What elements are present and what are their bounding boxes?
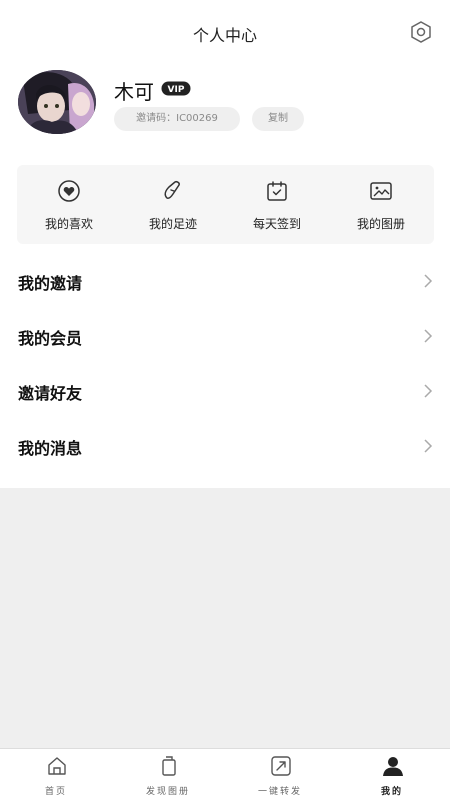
page-title: 个人中心: [192, 26, 257, 45]
copy-button[interactable]: 复制: [252, 107, 304, 131]
album-icon: [369, 179, 393, 203]
quick-action-label: 我的喜欢: [44, 217, 93, 231]
quick-actions: 我的喜欢 我的足迹 每天签到 我的图册: [17, 165, 434, 244]
tab-discover-albums[interactable]: 发现图册: [112, 749, 224, 801]
user-icon: [382, 755, 404, 777]
quick-action-label: 我的图册: [356, 217, 405, 231]
invite-code-chip: 邀请码：IC00269: [114, 107, 240, 131]
user-name: 木可: [114, 80, 154, 104]
bottom-tab-bar: 首页 发现图册 一键转发 我的: [0, 748, 450, 801]
chevron-right-icon: [422, 383, 434, 399]
tab-label: 首页: [44, 787, 67, 797]
vip-label: VIP: [168, 85, 185, 95]
tab-share[interactable]: 一键转发: [224, 749, 336, 801]
tab-label: 我的: [380, 787, 403, 797]
profile-panel: 个人中心 木可 VIP 邀请码：IC00269 复制 我的喜欢 我的足迹 每天签…: [0, 0, 450, 488]
quick-action-likes[interactable]: 我的喜欢: [17, 165, 121, 244]
tab-label: 发现图册: [145, 787, 190, 797]
avatar[interactable]: [18, 70, 96, 134]
chevron-right-icon: [422, 273, 434, 289]
chevron-right-icon: [422, 438, 434, 454]
calendar-check-icon: [265, 179, 289, 203]
menu-item-label: 邀请好友: [18, 384, 83, 403]
menu-item-label: 我的邀请: [18, 274, 83, 293]
quick-action-label: 我的足迹: [148, 217, 197, 231]
menu-item-label: 我的会员: [18, 329, 83, 348]
chevron-right-icon: [422, 328, 434, 344]
menu-item-label: 我的消息: [18, 439, 83, 458]
settings-hexagon-icon[interactable]: [409, 20, 433, 44]
home-icon: [46, 755, 68, 777]
menu-item-invitations[interactable]: 我的邀请: [0, 254, 450, 309]
tab-home[interactable]: 首页: [0, 749, 112, 801]
menu-item-messages[interactable]: 我的消息: [0, 419, 450, 474]
menu-item-membership[interactable]: 我的会员: [0, 309, 450, 364]
vip-badge: VIP: [161, 81, 191, 96]
footprint-icon: [161, 179, 185, 203]
album-stack-icon: [158, 755, 180, 777]
share-icon: [270, 755, 292, 777]
menu-item-invite-friends[interactable]: 邀请好友: [0, 364, 450, 419]
tab-mine[interactable]: 我的: [336, 749, 448, 801]
quick-action-footprints[interactable]: 我的足迹: [121, 165, 225, 244]
quick-action-label: 每天签到: [252, 217, 301, 231]
quick-action-album[interactable]: 我的图册: [329, 165, 433, 244]
heart-icon: [57, 179, 81, 203]
tab-label: 一键转发: [257, 787, 302, 797]
quick-action-checkin[interactable]: 每天签到: [225, 165, 329, 244]
